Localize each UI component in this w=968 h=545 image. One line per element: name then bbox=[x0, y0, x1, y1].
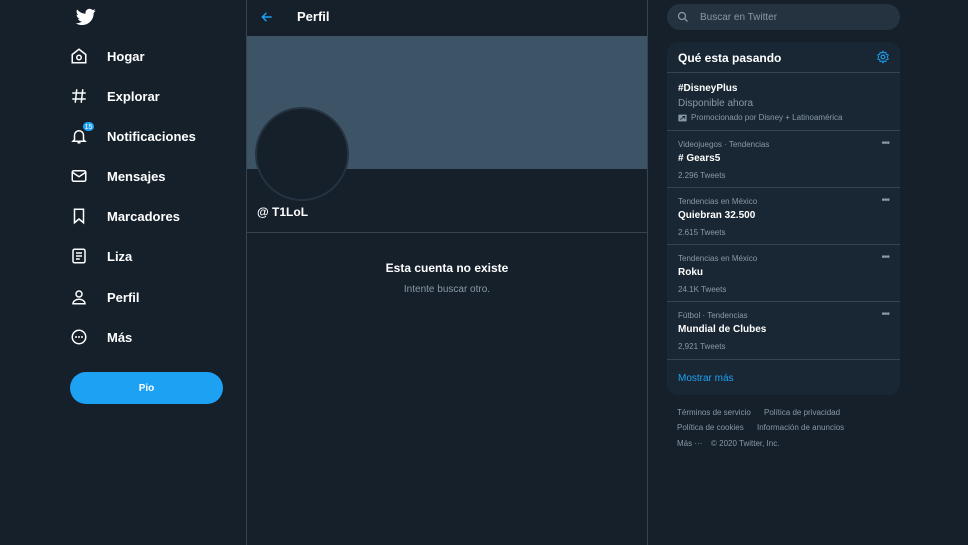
sidebar-item-label: Explorar bbox=[107, 88, 160, 104]
sidebar-item-label: Liza bbox=[107, 248, 133, 264]
bell-icon: 15 bbox=[70, 121, 100, 147]
list-icon bbox=[70, 245, 100, 267]
trend-name: Mundial de Clubes bbox=[678, 324, 767, 335]
trend-meta: Fútbol · Tendencias bbox=[678, 311, 748, 320]
more-options-icon[interactable]: ••• bbox=[881, 310, 889, 320]
sidebar-item-messages[interactable]: Mensajes bbox=[70, 158, 166, 194]
back-arrow-icon[interactable] bbox=[260, 10, 274, 24]
sidebar-item-profile[interactable]: Perfil bbox=[70, 279, 140, 315]
more-options-icon[interactable]: ••• bbox=[881, 253, 889, 263]
sidebar-item-notifications[interactable]: 15 Notificaciones bbox=[70, 118, 196, 154]
trend-meta: Tendencias en México bbox=[678, 197, 758, 206]
promoted-trend[interactable]: #DisneyPlus Disponible ahora Promocionad… bbox=[667, 73, 900, 131]
page-title: Perfil bbox=[297, 9, 330, 24]
trend-item[interactable]: Videojuegos · Tendencias ••• # Gears5 2.… bbox=[667, 131, 900, 188]
search-input[interactable] bbox=[700, 11, 880, 23]
gear-icon[interactable] bbox=[876, 50, 890, 64]
trend-name: Quiebran 32.500 bbox=[678, 210, 756, 221]
sidebar: Hogar Explorar 15 Notificaciones Mensaje… bbox=[0, 0, 247, 545]
avatar bbox=[255, 107, 349, 201]
envelope-icon bbox=[70, 165, 100, 187]
empty-state-subtitle: Intente buscar otro. bbox=[403, 284, 491, 295]
sidebar-item-label: Más bbox=[107, 329, 133, 345]
sidebar-item-label: Hogar bbox=[107, 48, 145, 64]
trend-count: 2.296 Tweets bbox=[678, 171, 726, 180]
tweet-button[interactable]: Pio bbox=[70, 372, 223, 404]
footer-more-link[interactable]: Más ··· bbox=[677, 439, 702, 448]
footer-ads-link[interactable]: Información de anuncios bbox=[757, 423, 844, 432]
more-options-icon[interactable]: ••• bbox=[881, 196, 889, 206]
sidebar-item-label: Mensajes bbox=[107, 168, 166, 184]
more-options-icon[interactable]: ••• bbox=[881, 139, 889, 149]
main-column: Perfil @ T1LoL Esta cuenta no existe Int… bbox=[247, 0, 648, 545]
trends-panel: Qué esta pasando #DisneyPlus Disponible … bbox=[667, 42, 900, 395]
trend-item[interactable]: Tendencias en México ••• Quiebran 32.500… bbox=[667, 188, 900, 245]
footer-copyright: © 2020 Twitter, Inc. bbox=[711, 439, 780, 448]
trend-meta: Tendencias en México bbox=[678, 254, 758, 263]
trend-item[interactable]: Fútbol · Tendencias ••• Mundial de Clube… bbox=[667, 302, 900, 360]
empty-state-title: Esta cuenta no existe bbox=[385, 261, 509, 275]
page-header: Perfil bbox=[247, 0, 647, 36]
trend-name: # Gears5 bbox=[678, 153, 721, 164]
show-more-link[interactable]: Mostrar más bbox=[678, 373, 734, 384]
home-icon bbox=[70, 45, 100, 67]
footer-terms-link[interactable]: Términos de servicio bbox=[677, 408, 751, 417]
hashtag-icon bbox=[70, 85, 100, 107]
sidebar-item-lists[interactable]: Liza bbox=[70, 238, 132, 274]
promoted-by: Promocionado por Disney + Latinoamérica bbox=[678, 113, 842, 122]
bookmark-icon bbox=[70, 205, 100, 227]
notification-count-badge: 15 bbox=[82, 121, 95, 132]
trend-name: #DisneyPlus bbox=[678, 83, 738, 94]
sidebar-item-label: Notificaciones bbox=[107, 128, 196, 144]
divider bbox=[247, 232, 647, 233]
trend-subtitle: Disponible ahora bbox=[678, 98, 754, 109]
sidebar-item-label: Marcadores bbox=[107, 208, 180, 224]
sidebar-item-home[interactable]: Hogar bbox=[70, 38, 145, 74]
more-circle-icon bbox=[70, 326, 100, 348]
search-icon bbox=[677, 11, 688, 22]
twitter-logo-icon[interactable] bbox=[76, 8, 96, 26]
trends-title: Qué esta pasando bbox=[678, 51, 782, 65]
promoted-by-label: Promocionado por Disney + Latinoamérica bbox=[691, 113, 843, 122]
sidebar-item-label: Perfil bbox=[107, 289, 140, 305]
footer-cookies-link[interactable]: Política de cookies bbox=[677, 423, 744, 432]
trend-item[interactable]: Tendencias en México ••• Roku 24.1K Twee… bbox=[667, 245, 900, 302]
trend-count: 24.1K Tweets bbox=[678, 285, 727, 294]
search-bar[interactable] bbox=[667, 4, 900, 30]
sidebar-item-more[interactable]: Más bbox=[70, 319, 132, 355]
trend-name: Roku bbox=[678, 267, 703, 278]
trend-meta: Videojuegos · Tendencias bbox=[678, 140, 770, 149]
profile-handle: @ T1LoL bbox=[257, 205, 309, 219]
promoted-icon bbox=[678, 114, 687, 121]
trend-count: 2,921 Tweets bbox=[678, 342, 726, 351]
sidebar-item-explore[interactable]: Explorar bbox=[70, 78, 160, 114]
trends-header: Qué esta pasando bbox=[667, 42, 900, 73]
person-icon bbox=[70, 286, 100, 308]
footer-privacy-link[interactable]: Política de privacidad bbox=[764, 408, 840, 417]
right-column: Qué esta pasando #DisneyPlus Disponible … bbox=[648, 0, 968, 545]
sidebar-item-bookmarks[interactable]: Marcadores bbox=[70, 198, 180, 234]
trend-count: 2.615 Tweets bbox=[678, 228, 726, 237]
